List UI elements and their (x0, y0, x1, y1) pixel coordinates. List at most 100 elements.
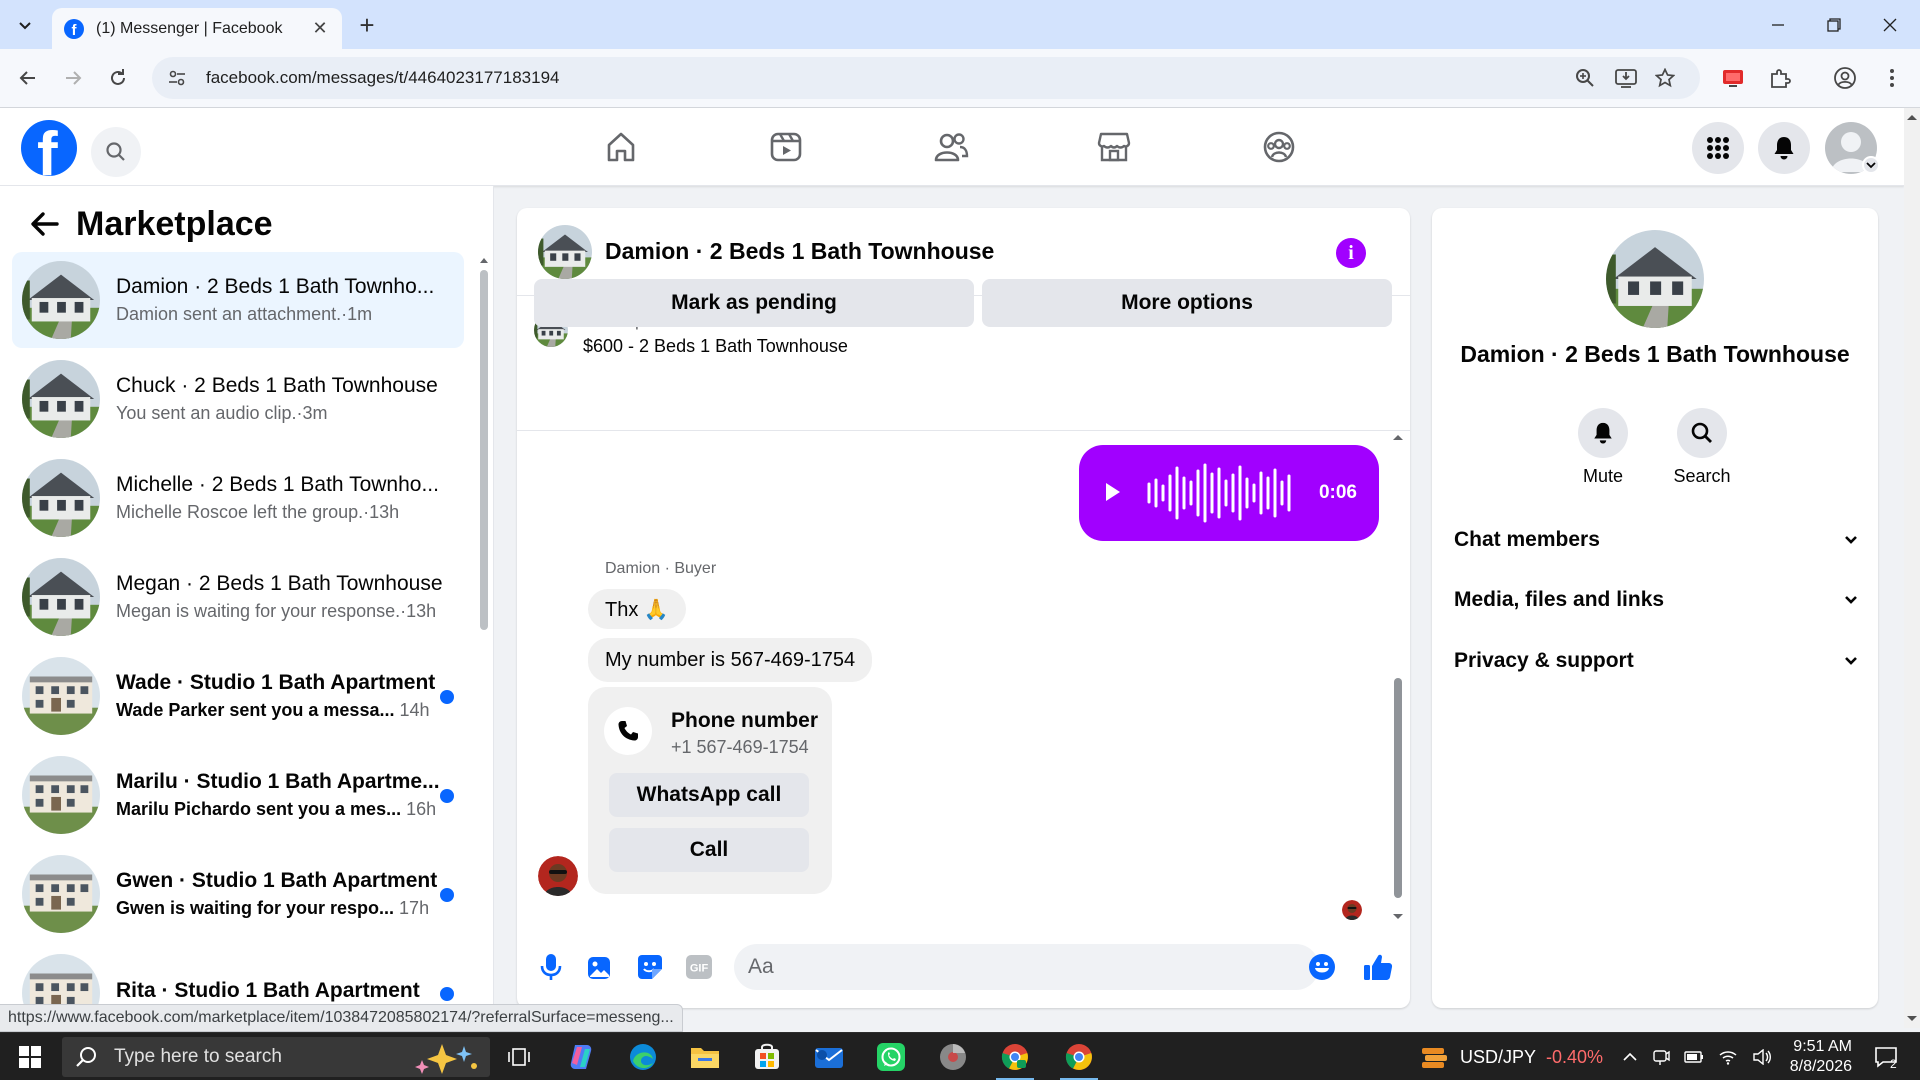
conversation-item[interactable]: Chuck · 2 Beds 1 Bath Townhouse You sent … (12, 351, 464, 447)
chat-avatar[interactable] (538, 225, 592, 279)
wifi-icon[interactable] (1718, 1049, 1738, 1065)
taskbar-app-chrome-2[interactable] (986, 1033, 1044, 1080)
message-bubble[interactable]: Thx 🙏 (588, 589, 686, 629)
conversation-item[interactable]: Damion · 2 Beds 1 Bath Townho... Damion s… (12, 252, 464, 348)
chrome-profile-icon (940, 1044, 966, 1070)
voice-clip-button[interactable] (533, 949, 569, 985)
profile-icon[interactable] (1827, 60, 1863, 96)
bookmark-star-icon[interactable] (1655, 57, 1675, 99)
edge-browser-icon (630, 1044, 656, 1070)
sticker-button[interactable] (632, 949, 668, 985)
taskbar-app-file-explorer[interactable] (676, 1033, 734, 1080)
nav-video[interactable] (756, 122, 816, 172)
taskbar-app-store[interactable] (738, 1033, 796, 1080)
restore-icon (1827, 17, 1841, 32)
task-view-button[interactable] (490, 1033, 548, 1080)
taskbar-app-edge[interactable] (614, 1033, 672, 1080)
taskbar-app-mail[interactable] (800, 1033, 858, 1080)
close-tab-icon[interactable]: ✕ (310, 18, 330, 39)
nav-groups[interactable] (1249, 122, 1309, 172)
attach-photo-button[interactable] (582, 949, 618, 985)
taskbar-app-whatsapp[interactable] (862, 1033, 920, 1080)
gif-button[interactable]: GIF (681, 949, 717, 985)
reload-button[interactable] (100, 60, 136, 96)
mark-as-pending-button[interactable]: Mark as pending (534, 279, 974, 327)
whatsapp-call-button[interactable]: WhatsApp call (609, 773, 809, 817)
sender-avatar[interactable] (538, 856, 578, 896)
browser-menu-icon[interactable] (1874, 60, 1910, 96)
clock[interactable]: 9:51 AM 8/8/2026 (1770, 1033, 1852, 1080)
conversation-item[interactable]: Megan · 2 Beds 1 Bath Townhouse Megan is … (12, 549, 464, 645)
nav-marketplace[interactable] (1084, 122, 1144, 172)
start-button[interactable] (0, 1033, 60, 1080)
conversation-info-icon[interactable]: i (1336, 238, 1366, 268)
taskbar-app-chrome[interactable] (1050, 1033, 1108, 1080)
search-icon (106, 142, 125, 161)
details-avatar[interactable] (1606, 230, 1704, 328)
taskbar-app-copilot[interactable] (552, 1033, 610, 1080)
mute-button[interactable]: Mute (1563, 408, 1643, 487)
message-input[interactable] (734, 944, 1319, 990)
restore-button[interactable] (1806, 0, 1862, 49)
address-bar[interactable]: facebook.com/messages/t/4464023177183194 (152, 57, 1700, 99)
notification-center-button[interactable]: 2 (1866, 1033, 1906, 1080)
minimize-button[interactable] (1750, 0, 1806, 49)
forward-button[interactable] (55, 60, 91, 96)
chevron-up-icon[interactable] (1622, 1052, 1638, 1062)
emoji-button[interactable] (1304, 949, 1340, 985)
like-button[interactable] (1360, 949, 1396, 985)
svg-text:GIF: GIF (690, 963, 709, 975)
arrow-left-icon (19, 71, 35, 85)
conversation-item[interactable]: Marilu · Studio 1 Bath Apartme... Marilu … (12, 747, 464, 843)
conversation-name: Megan · 2 Beds 1 Bath Townhouse (116, 572, 443, 595)
whatsapp-icon (877, 1043, 905, 1071)
more-options-button[interactable]: More options (982, 279, 1392, 327)
new-tab-button[interactable]: + (352, 10, 382, 40)
extension-screen-icon[interactable] (1715, 60, 1751, 96)
facebook-search-button[interactable] (91, 127, 141, 177)
call-button[interactable]: Call (609, 828, 809, 872)
site-info-icon[interactable] (162, 68, 192, 88)
nav-home[interactable] (591, 122, 651, 172)
page-scrollbar[interactable] (1904, 108, 1920, 1028)
privacy-support-section[interactable]: Privacy & support (1454, 641, 1858, 681)
conversation-avatar (22, 360, 100, 438)
play-icon[interactable] (1103, 481, 1123, 503)
tab-search-button[interactable] (10, 10, 40, 40)
menu-button[interactable] (1692, 122, 1744, 174)
chat-scrollbar[interactable] (1391, 433, 1405, 923)
meet-now-icon[interactable] (1652, 1048, 1670, 1066)
media-files-links-section[interactable]: Media, files and links (1454, 580, 1858, 620)
zoom-icon[interactable] (1575, 57, 1595, 99)
conversation-list-scrollbar[interactable] (479, 256, 489, 636)
listing-title[interactable]: $600 - 2 Beds 1 Bath Townhouse (583, 336, 848, 357)
taskbar-search-box[interactable]: Type here to search (62, 1037, 490, 1077)
audio-waveform[interactable] (1145, 463, 1295, 523)
message-bubble[interactable]: My number is 567-469-1754 (588, 638, 873, 682)
taskbar-app-chrome-beta[interactable] (924, 1033, 982, 1080)
conversation-time: ·13h (400, 601, 437, 621)
conversation-time: 17h (394, 898, 430, 918)
account-chevron-icon[interactable] (1862, 156, 1880, 174)
conversation-item[interactable]: Michelle · 2 Beds 1 Bath Townho... Michel… (12, 450, 464, 546)
back-button[interactable] (10, 60, 46, 96)
search-in-conversation-button[interactable]: Search (1662, 408, 1742, 487)
install-app-icon[interactable] (1615, 57, 1637, 99)
currency-ticker-widget[interactable]: USD/JPY -0.40% (1420, 1033, 1603, 1080)
volume-icon[interactable] (1752, 1049, 1772, 1065)
facebook-logo[interactable]: f (21, 120, 77, 176)
nav-friends[interactable] (921, 122, 981, 172)
browser-tab[interactable]: f (1) Messenger | Facebook ✕ (52, 8, 342, 49)
conversation-item[interactable]: Wade · Studio 1 Bath Apartment Wade Parke… (12, 648, 464, 744)
back-button[interactable] (24, 204, 64, 244)
chat-title[interactable]: Damion · 2 Beds 1 Bath Townhouse (605, 238, 994, 265)
chat-members-section[interactable]: Chat members (1454, 520, 1858, 560)
reload-icon (111, 69, 125, 85)
conversation-item[interactable]: Gwen · Studio 1 Bath Apartment Gwen is wa… (12, 846, 464, 942)
notifications-button[interactable] (1758, 122, 1810, 174)
battery-icon[interactable] (1684, 1050, 1704, 1064)
extensions-puzzle-icon[interactable] (1762, 60, 1798, 96)
close-window-button[interactable] (1862, 0, 1918, 49)
conversation-name: Rita · Studio 1 Bath Apartment (116, 978, 420, 1002)
phone-card-title: Phone number (671, 709, 819, 732)
